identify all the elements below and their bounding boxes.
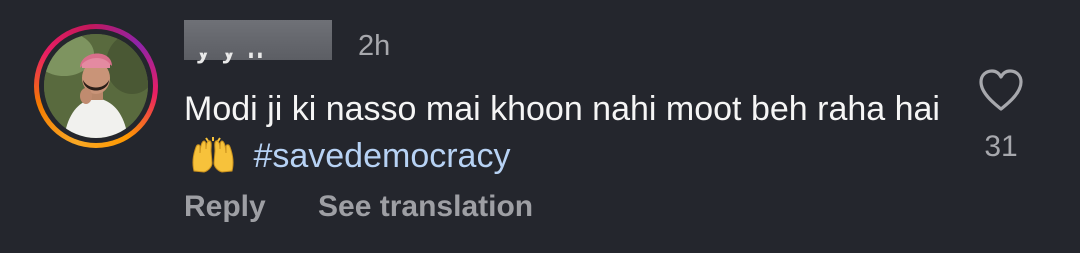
heart-outline-icon [979,69,1023,111]
comment: y y n 2h Modi ji ki nasso mai khoon nahi… [0,0,1080,253]
hashtag-link[interactable]: #savedemocracy [253,137,510,175]
comment-text-main: Modi ji ki nasso mai khoon nahi moot beh… [184,90,940,128]
avatar-story-ring[interactable] [34,24,158,148]
like-count: 31 [984,130,1018,163]
comment-actions: Reply See translation [184,190,533,224]
avatar[interactable] [44,34,148,138]
like-button[interactable] [976,68,1026,117]
reply-button[interactable]: Reply [184,190,266,224]
raising-hands-emoji [190,137,236,186]
avatar-photo [44,34,148,138]
comment-text: Modi ji ki nasso mai khoon nahi moot beh… [184,86,944,186]
timestamp: 2h [358,30,391,62]
see-translation-button[interactable]: See translation [318,190,533,224]
